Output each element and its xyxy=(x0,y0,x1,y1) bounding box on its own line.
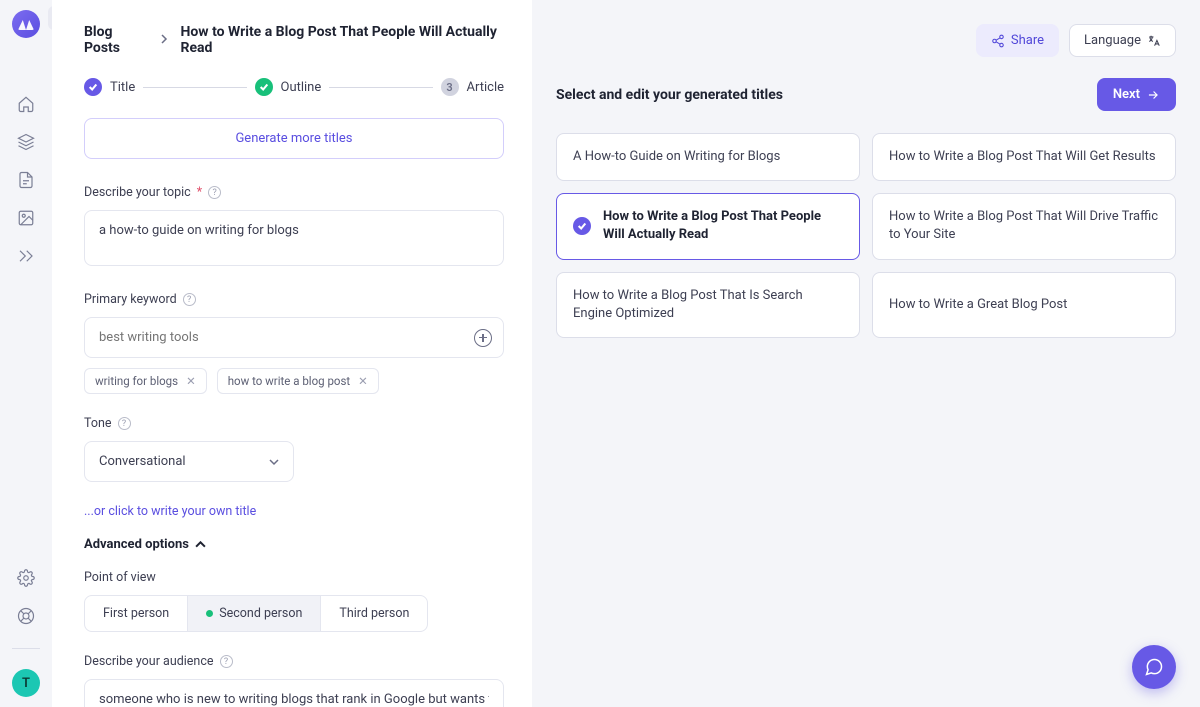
titles-grid: A How-to Guide on Writing for Blogs How … xyxy=(556,133,1176,338)
add-keyword-button[interactable] xyxy=(474,329,492,347)
share-button[interactable]: Share xyxy=(976,24,1059,57)
tone-label: Tone? xyxy=(84,416,504,431)
keyword-tags: writing for blogs✕ how to write a blog p… xyxy=(84,368,504,394)
topic-input[interactable]: a how-to guide on writing for blogs xyxy=(84,210,504,266)
pov-first-person[interactable]: First person xyxy=(85,596,188,631)
step-label: Article xyxy=(467,80,504,95)
next-button[interactable]: Next xyxy=(1097,78,1176,111)
sidebar: T xyxy=(0,0,52,707)
keyword-label: Primary keyword? xyxy=(84,292,504,307)
remove-tag-icon[interactable]: ✕ xyxy=(358,374,368,388)
pov-label: Point of view xyxy=(84,570,504,585)
breadcrumb-parent[interactable]: Blog Posts xyxy=(84,24,147,56)
pov-segmented: First person Second person Third person xyxy=(84,595,428,632)
user-avatar[interactable]: T xyxy=(12,669,40,697)
help-icon[interactable]: ? xyxy=(118,417,131,430)
share-icon xyxy=(991,34,1005,48)
language-button[interactable]: Language xyxy=(1069,24,1176,57)
layers-icon[interactable] xyxy=(14,130,38,154)
pov-second-person[interactable]: Second person xyxy=(188,596,321,631)
breadcrumb: Blog Posts How to Write a Blog Post That… xyxy=(84,24,504,56)
keyword-tag[interactable]: how to write a blog post✕ xyxy=(217,368,379,394)
active-dot-icon xyxy=(206,610,213,617)
audience-input[interactable] xyxy=(84,679,504,707)
title-card[interactable]: A How-to Guide on Writing for Blogs xyxy=(556,133,860,181)
translate-icon xyxy=(1147,34,1161,48)
title-card-selected[interactable]: How to Write a Blog Post That People Wil… xyxy=(556,193,860,259)
title-card[interactable]: How to Write a Blog Post That Is Search … xyxy=(556,272,860,338)
help-icon[interactable] xyxy=(14,604,38,628)
chat-fab[interactable] xyxy=(1132,645,1176,689)
write-own-title-link[interactable]: ...or click to write your own title xyxy=(84,504,504,519)
arrow-right-icon xyxy=(1146,88,1160,102)
chevron-right-icon xyxy=(159,32,169,48)
topic-label: Describe your topic*? xyxy=(84,185,504,200)
title-card[interactable]: How to Write a Blog Post That Will Get R… xyxy=(872,133,1176,181)
keyword-input[interactable] xyxy=(84,317,504,358)
title-card[interactable]: How to Write a Blog Post That Will Drive… xyxy=(872,193,1176,259)
wizard-stepper: Title Outline 3 Article xyxy=(84,78,504,96)
fast-forward-icon[interactable] xyxy=(14,244,38,268)
title-card[interactable]: How to Write a Great Blog Post xyxy=(872,272,1176,338)
results-heading: Select and edit your generated titles xyxy=(556,87,783,103)
results-panel: Share Language Select and edit your gene… xyxy=(532,0,1200,707)
help-icon[interactable]: ? xyxy=(208,186,221,199)
step-article[interactable]: 3 Article xyxy=(441,78,504,96)
settings-icon[interactable] xyxy=(14,566,38,590)
step-title[interactable]: Title xyxy=(84,78,135,96)
remove-tag-icon[interactable]: ✕ xyxy=(186,374,196,388)
help-icon[interactable]: ? xyxy=(220,655,233,668)
chevron-up-icon xyxy=(195,539,206,550)
app-logo[interactable] xyxy=(12,10,40,38)
pov-third-person[interactable]: Third person xyxy=(321,596,427,631)
step-label: Title xyxy=(110,80,135,95)
keyword-tag[interactable]: writing for blogs✕ xyxy=(84,368,207,394)
audience-label: Describe your audience? xyxy=(84,654,504,669)
form-panel: Blog Posts How to Write a Blog Post That… xyxy=(52,0,532,707)
advanced-options-toggle[interactable]: Advanced options xyxy=(84,537,504,552)
tone-select[interactable]: Conversational xyxy=(84,441,294,482)
step-label: Outline xyxy=(281,80,322,95)
image-icon[interactable] xyxy=(14,206,38,230)
chevron-down-icon xyxy=(269,457,279,467)
step-outline[interactable]: Outline xyxy=(255,78,322,96)
chat-icon xyxy=(1144,657,1164,677)
document-icon[interactable] xyxy=(14,168,38,192)
generate-more-titles-button[interactable]: Generate more titles xyxy=(84,118,504,159)
help-icon[interactable]: ? xyxy=(183,293,196,306)
breadcrumb-current: How to Write a Blog Post That People Wil… xyxy=(181,24,504,56)
check-icon xyxy=(573,217,591,235)
home-icon[interactable] xyxy=(14,92,38,116)
